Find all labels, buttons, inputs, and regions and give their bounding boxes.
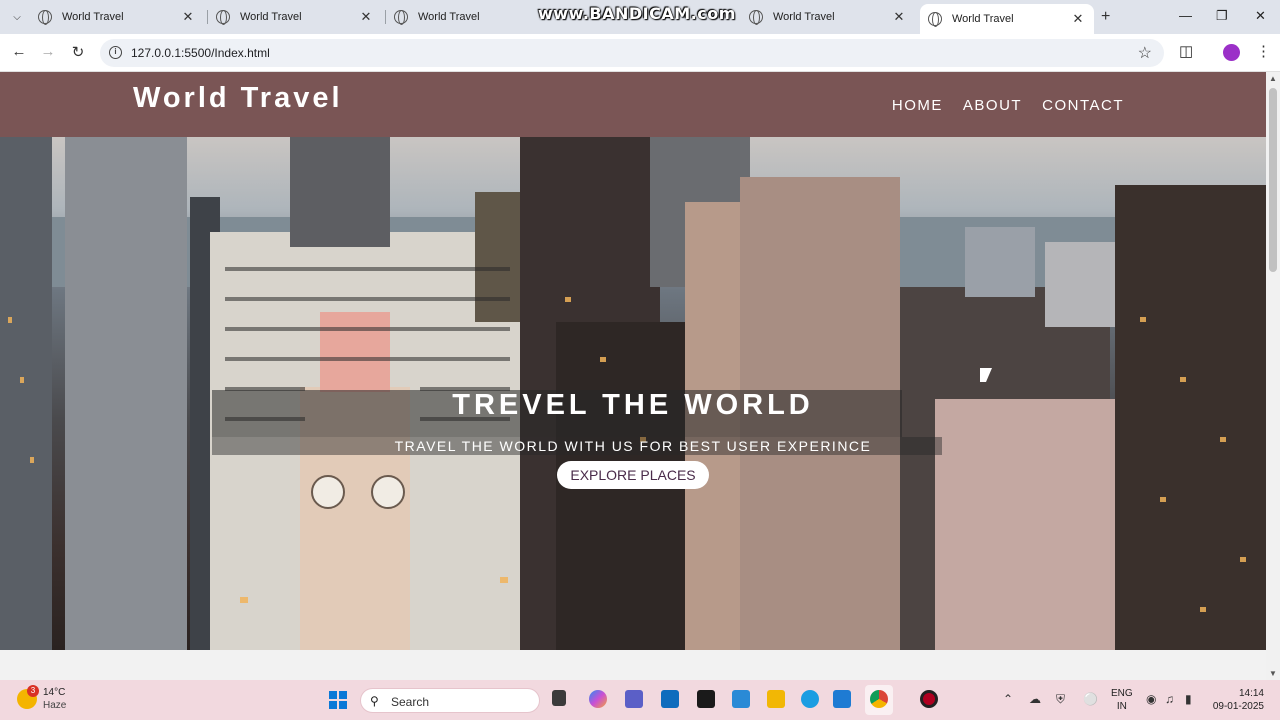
microphone-icon[interactable]: ⚪	[1083, 692, 1098, 706]
scroll-down-arrow-icon[interactable]: ▼	[1269, 669, 1277, 678]
nav-home-link[interactable]: HOME	[892, 97, 943, 114]
weather-badge: 3	[27, 685, 39, 697]
system-clock[interactable]: 14:14 09-01-2025	[1212, 687, 1264, 713]
tray-chevron-up-icon[interactable]: ⌃	[1003, 692, 1013, 706]
close-icon[interactable]: ✕	[180, 9, 196, 25]
bandicam-watermark: www.BANDICAM.com	[538, 4, 736, 23]
edge-icon[interactable]	[801, 690, 819, 708]
mouse-cursor-icon	[980, 368, 992, 382]
defender-shield-icon[interactable]: ⛨	[1056, 692, 1065, 707]
taskbar-search-label: Search	[391, 695, 430, 709]
weather-temperature[interactable]: 14°C	[43, 687, 65, 698]
browser-tab[interactable]: World Travel ✕	[741, 4, 915, 30]
explore-places-button[interactable]: EXPLORE PLACES	[557, 461, 709, 489]
taskbar-search[interactable]: ⚲ Search	[360, 688, 540, 713]
scrollbar-thumb[interactable]	[1269, 88, 1277, 272]
globe-icon	[749, 10, 763, 25]
site-logo[interactable]: World Travel	[133, 82, 343, 115]
vscode-icon[interactable]	[833, 690, 851, 708]
language-code: ENG	[1111, 688, 1133, 699]
copilot-icon[interactable]	[589, 690, 607, 708]
hero-title: TREVEL THE WORLD	[452, 389, 814, 421]
page-viewport: World Travel HOME ABOUT CONTACT TREVEL T…	[0, 72, 1266, 680]
hero-section: TREVEL THE WORLD TRAVEL THE WORLD WITH U…	[0, 137, 1266, 650]
windows-start-icon[interactable]	[329, 691, 347, 709]
mysql-workbench-icon[interactable]	[732, 690, 750, 708]
close-icon[interactable]: ✕	[358, 9, 374, 25]
scroll-up-arrow-icon[interactable]: ▲	[1269, 74, 1277, 83]
file-explorer-icon[interactable]	[767, 690, 785, 708]
battery-icon[interactable]: ▮	[1185, 692, 1192, 706]
tab-title: World Travel	[773, 11, 835, 23]
browser-tab-strip: ⌵ World Travel ✕ World Travel ✕ World Tr…	[0, 0, 1280, 34]
globe-icon	[216, 10, 230, 25]
browser-tab[interactable]: World Travel	[386, 4, 560, 30]
region-code: IN	[1116, 701, 1127, 712]
site-header: World Travel HOME ABOUT CONTACT	[0, 72, 1266, 137]
chrome-icon[interactable]	[870, 690, 888, 708]
url-text[interactable]: 127.0.0.1:5500/Index.html	[131, 46, 270, 60]
close-icon[interactable]: ✕	[891, 9, 907, 25]
address-bar[interactable]: i 127.0.0.1:5500/Index.html ☆	[100, 39, 1164, 67]
nav-about-link[interactable]: ABOUT	[963, 97, 1022, 114]
windows-taskbar: 3 14°C Haze ⚲ Search ⌃ ☁ ⛨ ⚪ ENG IN ◉ ♫ …	[0, 680, 1280, 720]
search-icon: ⚲	[370, 694, 379, 708]
tab-title: World Travel	[952, 13, 1014, 25]
globe-icon	[38, 10, 52, 25]
site-nav: HOME ABOUT CONTACT	[892, 97, 1124, 114]
dropbox-icon[interactable]	[697, 690, 715, 708]
extensions-puzzle-icon[interactable]: ◫	[1179, 42, 1193, 60]
bookmark-star-icon[interactable]: ☆	[1138, 43, 1152, 63]
browser-tab[interactable]: World Travel ✕	[30, 4, 204, 30]
teams-icon[interactable]	[625, 690, 643, 708]
tab-search-chevron-icon[interactable]: ⌵	[6, 7, 28, 27]
volume-icon[interactable]: ♫	[1165, 692, 1174, 706]
bandicam-record-icon[interactable]	[920, 690, 938, 708]
task-view-icon[interactable]	[552, 690, 566, 706]
outlook-icon[interactable]	[661, 690, 679, 708]
window-close-icon[interactable]: ✕	[1255, 8, 1266, 24]
hero-subtitle: TRAVEL THE WORLD WITH US FOR BEST USER E…	[394, 438, 872, 454]
tab-title: World Travel	[418, 11, 480, 23]
globe-icon	[928, 12, 942, 27]
forward-arrow-icon[interactable]: →	[38, 43, 58, 60]
reload-icon[interactable]: ↻	[68, 43, 88, 61]
new-tab-plus-icon[interactable]: +	[1101, 8, 1110, 26]
tab-title: World Travel	[62, 11, 124, 23]
language-indicator[interactable]: ENG IN	[1111, 687, 1133, 713]
close-icon[interactable]: ✕	[1070, 11, 1086, 27]
page-scrollbar[interactable]: ▲ ▼	[1266, 72, 1280, 680]
browser-toolbar: ← → ↻ i 127.0.0.1:5500/Index.html ☆	[0, 34, 1280, 72]
network-globe-icon[interactable]: ◉	[1146, 692, 1156, 706]
nav-contact-link[interactable]: CONTACT	[1042, 97, 1124, 114]
back-arrow-icon[interactable]: ←	[9, 43, 29, 60]
site-info-icon[interactable]: i	[109, 46, 122, 59]
globe-icon	[394, 10, 408, 25]
tab-title: World Travel	[240, 11, 302, 23]
clock-date: 09-01-2025	[1212, 701, 1264, 712]
minimize-icon[interactable]: —	[1179, 8, 1192, 23]
browser-tab[interactable]: World Travel ✕	[208, 4, 382, 30]
weather-condition[interactable]: Haze	[43, 700, 66, 711]
browser-menu-kebab-icon[interactable]: ⋮	[1256, 42, 1271, 60]
restore-icon[interactable]: ❐	[1216, 8, 1228, 24]
onedrive-icon[interactable]: ☁	[1029, 692, 1041, 706]
browser-tab-active[interactable]: World Travel ✕	[920, 4, 1094, 34]
profile-avatar-icon[interactable]	[1223, 44, 1240, 61]
clock-time: 14:14	[1238, 688, 1264, 699]
